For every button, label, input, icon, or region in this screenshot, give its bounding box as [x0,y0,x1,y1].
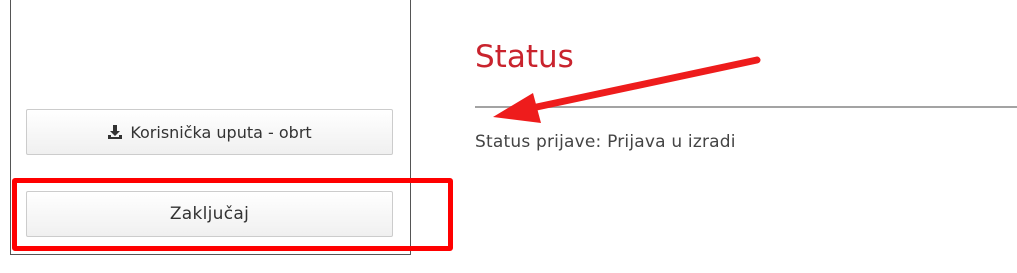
user-manual-button-label: Korisnička uputa - obrt [130,122,312,142]
page: Korisnička uputa - obrt Zaključaj Status… [0,0,1017,273]
annotation-highlight-box [12,178,453,251]
user-manual-download-button[interactable]: Korisnička uputa - obrt [26,109,393,155]
application-status-text: Status prijave: Prijava u izradi [475,132,736,152]
status-heading: Status [475,39,574,75]
status-divider [475,106,1017,108]
download-icon [107,124,123,140]
